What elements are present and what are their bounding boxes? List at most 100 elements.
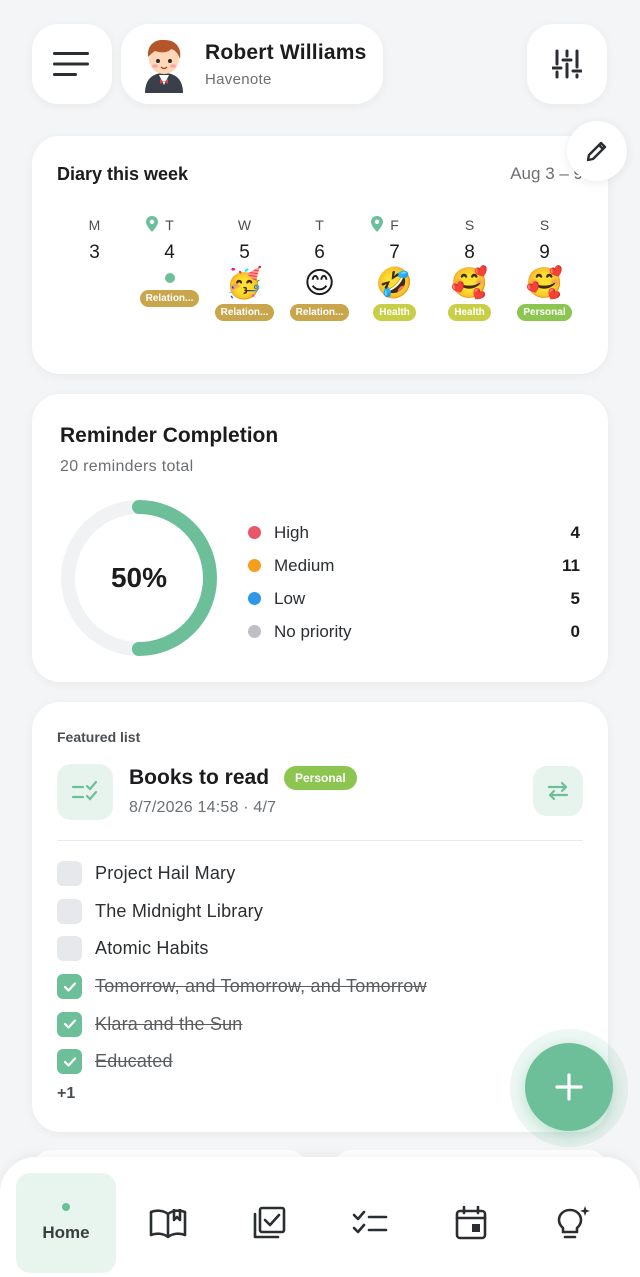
day-number: 5: [239, 242, 250, 263]
completion-percent: 50%: [110, 562, 168, 593]
day-number: 9: [539, 242, 550, 263]
user-name: Robert Williams: [205, 40, 367, 64]
avatar: [145, 39, 183, 93]
day-column[interactable]: W 5 🥳 Relation...: [207, 216, 282, 336]
day-column[interactable]: F 7 🤣 Health: [357, 216, 432, 336]
category-tag: Relation...: [289, 304, 350, 321]
mood-emoji: 🤣: [375, 266, 414, 301]
nav-calendar[interactable]: [421, 1173, 521, 1273]
filter-button[interactable]: [527, 24, 607, 104]
day-column[interactable]: T 6 😊 Relation...: [282, 216, 357, 336]
priority-row: Medium 11: [248, 549, 580, 582]
profile-chip[interactable]: Robert Williams Havenote: [121, 24, 383, 104]
featured-list-title: Books to read: [129, 766, 270, 789]
checkbox-checked[interactable]: [57, 974, 82, 1000]
list-item-label: Klara and the Sun: [95, 1013, 243, 1034]
day-letter: W: [237, 217, 252, 233]
reminder-completion-card[interactable]: Reminder Completion 20 reminders total 5…: [32, 394, 608, 682]
checkbox-stack-icon: [253, 1206, 286, 1239]
calendar-icon: [455, 1205, 487, 1240]
category-tag: Health: [373, 304, 416, 321]
day-column[interactable]: T 4 Relation...: [132, 216, 207, 336]
list-item[interactable]: Project Hail Mary: [57, 855, 557, 893]
checkbox-checked[interactable]: [57, 1011, 82, 1037]
reminder-subtitle: 20 reminders total: [60, 458, 194, 475]
mood-emoji: 🥰: [450, 266, 489, 301]
category-badge: Personal: [284, 766, 357, 790]
day-column[interactable]: M3: [57, 216, 132, 336]
day-letter: T: [315, 217, 324, 233]
swap-list-button[interactable]: [533, 766, 583, 816]
plus-icon: [555, 1073, 583, 1101]
checklist-icon: [57, 764, 113, 820]
day-column[interactable]: S 8 🥰 Health: [432, 216, 507, 336]
lightbulb-sparkle-icon: [557, 1206, 590, 1239]
menu-button[interactable]: [32, 24, 112, 104]
check-icon: [63, 1057, 76, 1067]
day-number: 3: [89, 242, 100, 263]
diary-card[interactable]: Diary this week Aug 3 – 9 M 3 T 4 Relation..…: [32, 136, 608, 374]
day-number: 4: [164, 242, 175, 263]
active-indicator: [62, 1203, 70, 1211]
more-items-count[interactable]: +1: [57, 1085, 75, 1103]
priority-dot: [248, 592, 261, 605]
list-item-label: Atomic Habits: [95, 938, 209, 959]
swap-arrows-icon: [547, 781, 569, 801]
list-item[interactable]: Atomic Habits: [57, 930, 557, 968]
priority-count: 0: [570, 621, 580, 641]
mood-emoji: 😊: [303, 266, 336, 301]
priority-dot: [248, 625, 261, 638]
checklist-icon: [352, 1210, 388, 1234]
day-letter: T: [165, 217, 174, 233]
priority-count: 11: [562, 555, 580, 575]
list-item[interactable]: Tomorrow, and Tomorrow, and Tomorrow: [57, 968, 557, 1006]
checkbox[interactable]: [57, 898, 82, 924]
location-pin-icon: [371, 216, 383, 232]
priority-count: 4: [570, 522, 580, 542]
category-tag: Personal: [517, 304, 572, 321]
hamburger-icon: [53, 52, 89, 76]
priority-row: Low 5: [248, 582, 580, 615]
priority-dot: [248, 559, 261, 572]
priority-label: No priority: [274, 621, 352, 641]
nav-home[interactable]: Home: [16, 1173, 116, 1273]
add-button[interactable]: [525, 1043, 613, 1131]
reminder-title: Reminder Completion: [60, 424, 279, 447]
priority-label: Low: [274, 588, 306, 608]
nav-tasks[interactable]: [219, 1173, 319, 1273]
diary-title: Diary this week: [57, 164, 189, 184]
priority-label: Medium: [274, 555, 335, 575]
featured-list-meta: 8/7/2026 14:58 · 4/7: [129, 799, 277, 816]
mood-emoji: 🥰: [525, 266, 564, 301]
divider: [57, 840, 583, 841]
location-pin-icon: [146, 216, 158, 232]
list-item-label: The Midnight Library: [95, 900, 264, 921]
check-icon: [63, 981, 76, 992]
list-item[interactable]: Educated: [57, 1043, 557, 1081]
nav-lists[interactable]: [320, 1173, 420, 1273]
priority-dot: [248, 526, 261, 539]
list-item[interactable]: The Midnight Library: [57, 893, 557, 931]
nav-diary[interactable]: [118, 1173, 218, 1273]
day-letter: S: [539, 217, 550, 233]
checkbox[interactable]: [57, 936, 82, 962]
list-item-label: Project Hail Mary: [95, 863, 236, 884]
day-number: 7: [389, 242, 400, 263]
priority-list: High 4 Medium 11 Low 5 No priority 0: [248, 516, 580, 648]
pencil-icon: [586, 141, 607, 162]
day-number: 8: [464, 242, 475, 263]
nav-ideas[interactable]: [522, 1173, 622, 1273]
featured-caption: Featured list: [57, 729, 141, 745]
checkbox[interactable]: [57, 861, 82, 887]
checkbox-checked[interactable]: [57, 1049, 82, 1075]
mood-emoji: 🥳: [225, 266, 264, 301]
day-column[interactable]: S 9 🥰 Personal: [507, 216, 582, 336]
day-letter: M: [88, 217, 101, 233]
category-tag: Relation...: [139, 290, 200, 307]
list-item[interactable]: Klara and the Sun: [57, 1005, 557, 1043]
edit-button[interactable]: [567, 121, 627, 181]
sliders-icon: [552, 49, 582, 79]
list-item-label: Educated: [95, 1051, 173, 1072]
priority-count: 5: [570, 588, 580, 608]
check-icon: [63, 1019, 76, 1029]
